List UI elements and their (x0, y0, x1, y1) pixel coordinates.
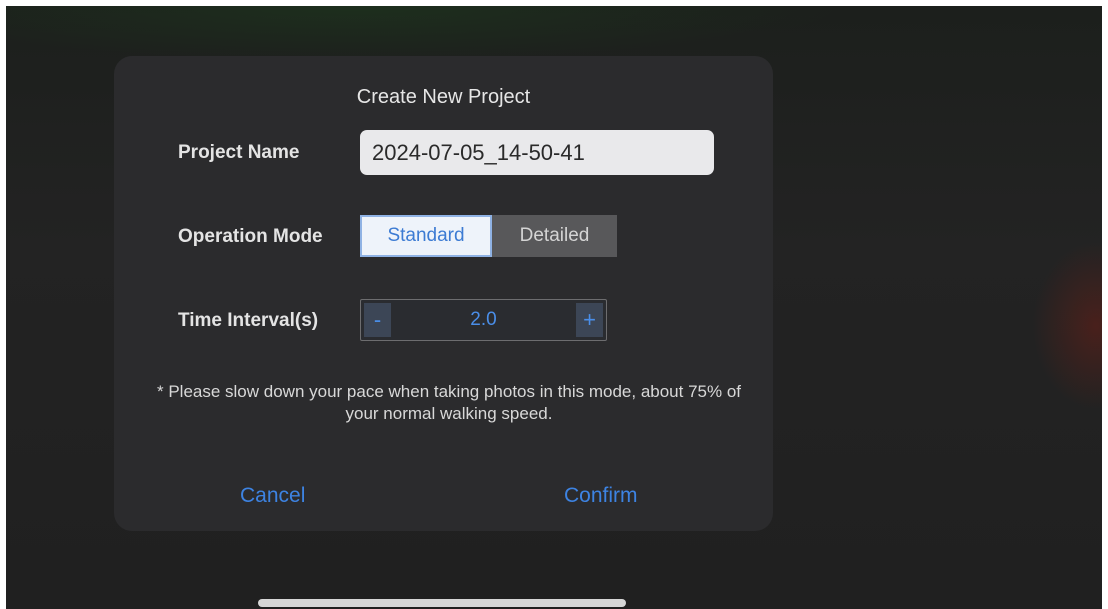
time-interval-label: Time Interval(s) (178, 310, 319, 331)
operation-mode-label: Operation Mode (178, 226, 323, 247)
increment-button[interactable]: + (576, 303, 603, 337)
decrement-button[interactable]: - (364, 303, 391, 337)
operation-mode-segmented-control: Standard Detailed (360, 215, 617, 257)
time-interval-value: 2.0 (470, 309, 497, 330)
cancel-button[interactable]: Cancel (240, 484, 305, 508)
mode-option-standard[interactable]: Standard (360, 215, 492, 257)
mode-option-detailed[interactable]: Detailed (492, 215, 617, 257)
project-name-input[interactable] (360, 130, 714, 175)
project-name-label: Project Name (178, 142, 300, 163)
home-indicator (258, 599, 626, 607)
confirm-button[interactable]: Confirm (564, 484, 638, 508)
dialog-title: Create New Project (356, 86, 531, 108)
camera-background: Create New Project Project Name Operatio… (6, 6, 1102, 609)
create-project-dialog: Create New Project Project Name Operatio… (114, 56, 773, 531)
time-interval-stepper: - 2.0 + (360, 299, 607, 341)
walking-speed-note: * Please slow down your pace when taking… (156, 382, 742, 423)
